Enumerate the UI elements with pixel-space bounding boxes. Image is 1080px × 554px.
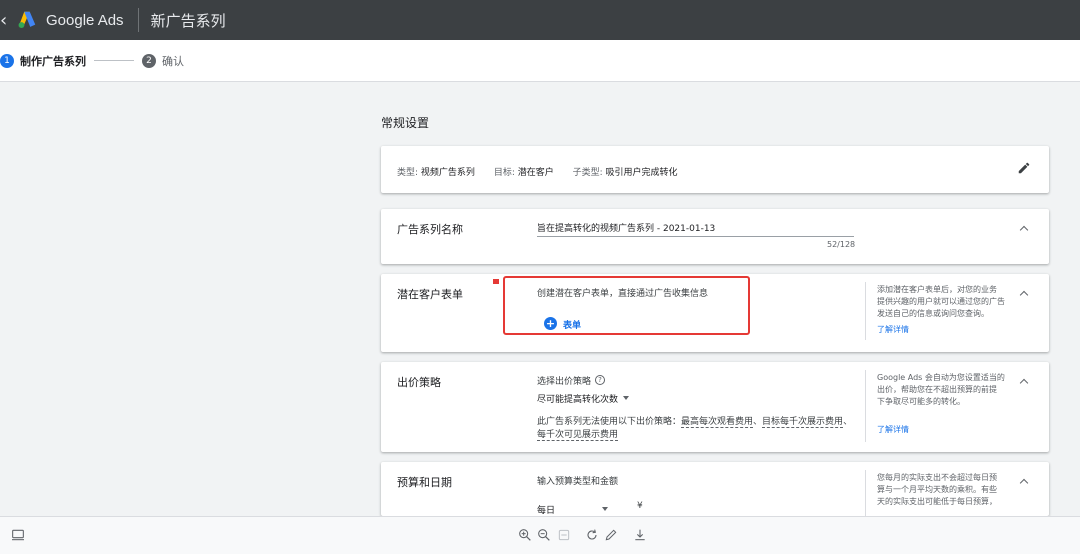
google-ads-logo bbox=[18, 11, 36, 28]
strategy-link-max-cpv[interactable]: 最高每次观看费用 bbox=[681, 417, 754, 428]
side-divider bbox=[865, 370, 866, 442]
annotation-marker bbox=[493, 279, 499, 284]
help-line: 算与一个月平均天数的乘积。有些 bbox=[877, 485, 997, 494]
app-bar: ‹ Google Ads 新广告系列 bbox=[0, 0, 1080, 40]
strategy-link-vcpm[interactable]: 每千次可见展示费用 bbox=[537, 430, 619, 441]
step-number: 2 bbox=[142, 53, 156, 68]
step-label: 确认 bbox=[162, 54, 184, 68]
help-line: 提供兴趣的用户就可以通过您的广告 bbox=[877, 297, 1005, 306]
subtype-value: 吸引用户完成转化 bbox=[605, 168, 678, 178]
subtype-label: 子类型: bbox=[572, 168, 603, 178]
chevron-up-icon[interactable] bbox=[1019, 288, 1031, 300]
help-line: 添加潜在客户表单后，对您的业务 bbox=[877, 285, 997, 294]
back-arrow-icon[interactable]: ‹ bbox=[0, 0, 14, 40]
annotate-pen-icon[interactable] bbox=[603, 527, 619, 543]
download-icon[interactable] bbox=[632, 527, 648, 543]
chevron-up-icon[interactable] bbox=[1019, 476, 1031, 488]
caret-down-icon[interactable] bbox=[602, 507, 608, 511]
budget-type-select[interactable]: 每日 bbox=[537, 503, 555, 516]
stepper: 1 制作广告系列 2 确认 bbox=[0, 40, 1080, 82]
bottom-toolbar bbox=[0, 516, 1080, 554]
appbar-divider bbox=[137, 8, 139, 32]
page-title: 新广告系列 bbox=[150, 11, 226, 30]
step-connector bbox=[94, 60, 134, 61]
campaign-name-input[interactable]: 旨在提高转化的视频广告系列 - 2021-01-13 bbox=[537, 221, 715, 234]
chevron-up-icon[interactable] bbox=[1019, 223, 1031, 235]
goal-value: 潜在客户 bbox=[517, 168, 554, 178]
strategy-link-target-cpm[interactable]: 目标每千次展示费用 bbox=[762, 417, 844, 428]
goal-label: 目标: bbox=[493, 168, 515, 178]
summary-card: 类型: 视频广告系列 目标: 潜在客户 子类型: 吸引用户完成转化 bbox=[381, 146, 1049, 193]
note-separator: 、 bbox=[753, 417, 763, 427]
section-title: 常规设置 bbox=[381, 116, 430, 130]
type-value: 视频广告系列 bbox=[420, 168, 475, 178]
chevron-up-icon[interactable] bbox=[1019, 376, 1031, 388]
lead-form-help-text: 添加潜在客户表单后，对您的业务 提供兴趣的用户就可以通过您的广告 发送自己的信息… bbox=[877, 284, 1009, 320]
campaign-name-card: 广告系列名称 旨在提高转化的视频广告系列 - 2021-01-13 52/128 bbox=[381, 209, 1049, 264]
learn-more-link[interactable]: 了解详情 bbox=[877, 424, 909, 435]
help-line: Google Ads 会自动为您设置适当的 bbox=[877, 373, 1005, 382]
step-label: 制作广告系列 bbox=[20, 54, 86, 68]
campaign-summary: 类型: 视频广告系列 目标: 潜在客户 子类型: 吸引用户完成转化 bbox=[397, 165, 694, 178]
bidding-prompt: 选择出价策略 bbox=[537, 377, 592, 387]
step-number: 1 bbox=[0, 53, 14, 68]
budget-prompt: 输入预算类型和金额 bbox=[537, 477, 619, 487]
edit-pencil-icon[interactable] bbox=[1017, 161, 1031, 175]
step-confirm[interactable]: 2 确认 bbox=[142, 53, 184, 69]
caret-down-icon[interactable] bbox=[623, 396, 629, 400]
side-divider bbox=[865, 282, 866, 340]
char-counter: 52/128 bbox=[827, 240, 856, 249]
campaign-name-title: 广告系列名称 bbox=[397, 223, 463, 236]
currency-symbol: ¥ bbox=[637, 501, 643, 511]
help-line: 您每月的实际支出不会超过每日预 bbox=[877, 473, 997, 482]
annotation-highlight-box bbox=[503, 276, 750, 335]
budget-card: 预算和日期 输入预算类型和金额 每日 ¥ 您每月的实际支出不会超过每日预 算与一… bbox=[381, 462, 1049, 516]
learn-more-link[interactable]: 了解详情 bbox=[877, 324, 909, 335]
bidding-help-text: Google Ads 会自动为您设置适当的 出价，帮助您在不超出预算的前提 下争… bbox=[877, 372, 1009, 408]
help-line: 出价，帮助您在不超出预算的前提 bbox=[877, 385, 997, 394]
fit-page-icon[interactable] bbox=[556, 527, 572, 543]
budget-help-text: 您每月的实际支出不会超过每日预 算与一个月平均天数的乘积。有些 天的实际支出可能… bbox=[877, 472, 1009, 508]
bidding-card: 出价策略 选择出价策略 ? 尽可能提高转化次数 此广告系列无法使用以下出价策略：… bbox=[381, 362, 1049, 452]
zoom-out-icon[interactable] bbox=[536, 527, 552, 543]
help-circle-icon[interactable]: ? bbox=[595, 375, 605, 385]
unavailable-strategies-note: 此广告系列无法使用以下出价策略：最高每次观看费用、目标每千次展示费用、每千次可见… bbox=[537, 416, 861, 442]
note-prefix: 此广告系列无法使用以下出价策略： bbox=[537, 417, 682, 427]
bidding-strategy-select[interactable]: 尽可能提高转化次数 bbox=[537, 392, 618, 405]
step-create-campaign[interactable]: 1 制作广告系列 bbox=[0, 53, 86, 69]
lead-form-title: 潜在客户表单 bbox=[397, 288, 463, 301]
help-line: 天的实际支出可能低于每日预算， bbox=[877, 497, 997, 506]
side-divider bbox=[865, 470, 866, 516]
bidding-title: 出价策略 bbox=[397, 376, 441, 389]
zoom-in-icon[interactable] bbox=[517, 527, 533, 543]
screen-icon[interactable] bbox=[10, 527, 26, 543]
brand-name: Google Ads bbox=[46, 11, 124, 29]
campaign-name-underline bbox=[537, 236, 854, 237]
help-line: 发送自己的信息或询问您查询。 bbox=[877, 309, 989, 318]
type-label: 类型: bbox=[397, 168, 419, 178]
note-separator: 、 bbox=[843, 417, 853, 427]
budget-title: 预算和日期 bbox=[397, 476, 452, 489]
help-line: 下争取尽可能多的转化。 bbox=[877, 397, 965, 406]
rotate-icon[interactable] bbox=[584, 527, 600, 543]
